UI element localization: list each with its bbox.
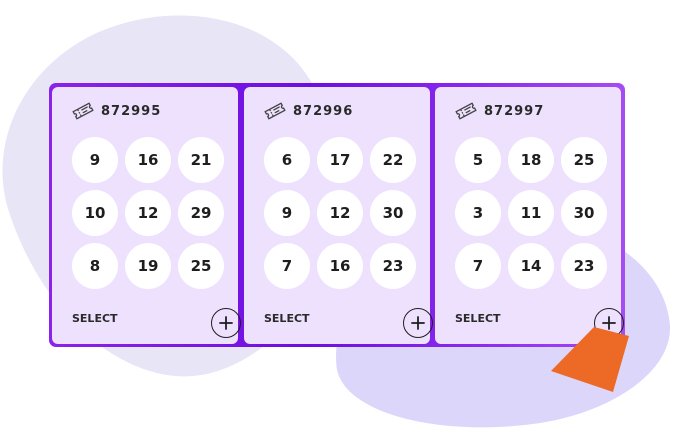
ticket-icon — [455, 102, 477, 120]
ticket-number: 12 — [317, 190, 363, 236]
ticket-header: 872996 — [264, 101, 353, 121]
ticket-number: 5 — [455, 137, 501, 183]
ticket-number: 3 — [455, 190, 501, 236]
select-label[interactable]: SELECT — [455, 312, 501, 325]
ticket-header: 872995 — [72, 101, 161, 121]
ticket-number: 25 — [561, 137, 607, 183]
ticket-number: 21 — [178, 137, 224, 183]
ticket-number: 17 — [317, 137, 363, 183]
ticket-card[interactable]: 872997 5 18 25 3 11 30 7 14 23 SELECT — [435, 87, 624, 344]
ticket-number: 29 — [178, 190, 224, 236]
ticket-id: 872996 — [293, 103, 354, 119]
ticket-header: 872997 — [455, 101, 544, 121]
ticket-card[interactable]: 872995 9 16 21 10 12 29 8 19 25 SELECT — [52, 87, 241, 344]
ticket-number: 18 — [508, 137, 554, 183]
number-grid: 5 18 25 3 11 30 7 14 23 — [455, 137, 609, 289]
ticket-number: 6 — [264, 137, 310, 183]
add-ticket-button[interactable] — [594, 308, 624, 338]
ticket-card[interactable]: 872996 6 17 22 9 12 30 7 16 23 SELECT — [244, 87, 433, 344]
ticket-id: 872997 — [484, 103, 545, 119]
ticket-number: 23 — [370, 243, 416, 289]
ticket-number: 19 — [125, 243, 171, 289]
number-grid: 6 17 22 9 12 30 7 16 23 — [264, 137, 418, 289]
add-ticket-button[interactable] — [403, 308, 433, 338]
plus-icon — [411, 316, 425, 330]
ticket-number: 11 — [508, 190, 554, 236]
ticket-number: 14 — [508, 243, 554, 289]
ticket-number: 10 — [72, 190, 118, 236]
ticket-number: 7 — [455, 243, 501, 289]
ticket-number: 8 — [72, 243, 118, 289]
ticket-number: 23 — [561, 243, 607, 289]
ticket-number: 7 — [264, 243, 310, 289]
ticket-number: 30 — [370, 190, 416, 236]
plus-icon — [219, 316, 233, 330]
ticket-number: 9 — [72, 137, 118, 183]
ticket-id: 872995 — [101, 103, 162, 119]
ticket-icon — [264, 102, 286, 120]
add-ticket-button[interactable] — [211, 308, 241, 338]
ticket-number: 22 — [370, 137, 416, 183]
select-label[interactable]: SELECT — [72, 312, 118, 325]
ticket-icon — [72, 102, 94, 120]
ticket-number: 30 — [561, 190, 607, 236]
ticket-number: 25 — [178, 243, 224, 289]
ticket-number: 12 — [125, 190, 171, 236]
plus-icon — [602, 316, 616, 330]
ticket-number: 16 — [125, 137, 171, 183]
select-label[interactable]: SELECT — [264, 312, 310, 325]
ticket-number: 16 — [317, 243, 363, 289]
number-grid: 9 16 21 10 12 29 8 19 25 — [72, 137, 226, 289]
ticket-number: 9 — [264, 190, 310, 236]
